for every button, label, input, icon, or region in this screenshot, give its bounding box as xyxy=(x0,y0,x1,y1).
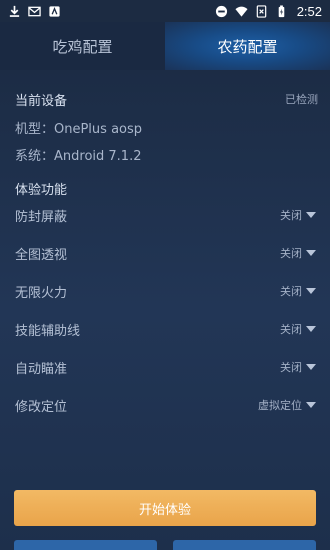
config-tabs: 吃鸡配置 农药配置 xyxy=(0,22,330,70)
feature-value: 关闭 xyxy=(280,209,302,222)
feature-dropdown[interactable]: 关闭 xyxy=(280,283,316,299)
feature-dropdown[interactable]: 虚拟定位 xyxy=(258,397,316,413)
device-model: 机型：OnePlus aosp xyxy=(15,122,143,137)
status-bar: 2:52 xyxy=(0,0,330,22)
status-right-icons: 2:52 xyxy=(215,4,322,19)
feature-row-map-xray: 全图透视 关闭 xyxy=(0,238,330,268)
bottom-left-button[interactable] xyxy=(14,540,157,550)
chevron-down-icon xyxy=(306,250,316,256)
feature-row-skill-guide: 技能辅助线 关闭 xyxy=(0,314,330,344)
chevron-down-icon xyxy=(306,364,316,370)
tab-pubg-config[interactable]: 吃鸡配置 xyxy=(0,22,165,70)
tab-honor-config[interactable]: 农药配置 xyxy=(165,22,330,70)
chevron-down-icon xyxy=(306,326,316,332)
feature-row-location: 修改定位 虚拟定位 xyxy=(0,390,330,420)
chevron-down-icon xyxy=(306,212,316,218)
device-section-title: 当前设备 xyxy=(15,94,68,109)
status-left-icons xyxy=(8,5,61,18)
main-content: 当前设备 已检测 机型：OnePlus aosp 系统：Android 7.1.… xyxy=(0,70,330,550)
feature-value: 关闭 xyxy=(280,247,302,260)
feature-dropdown[interactable]: 关闭 xyxy=(280,359,316,375)
download-icon xyxy=(9,5,20,17)
feature-label: 无限火力 xyxy=(15,285,68,301)
dnd-icon xyxy=(215,5,227,17)
start-button[interactable]: 开始体验 xyxy=(14,490,316,526)
feature-label: 全图透视 xyxy=(15,247,68,263)
device-system: 系统：Android 7.1.2 xyxy=(15,149,142,164)
feature-dropdown[interactable]: 关闭 xyxy=(280,207,316,223)
feature-label: 自动瞄准 xyxy=(15,361,68,377)
feature-value: 关闭 xyxy=(280,285,302,298)
feature-row-infinite-fire: 无限火力 关闭 xyxy=(0,276,330,306)
features-section-title: 体验功能 xyxy=(15,183,68,198)
feature-label: 技能辅助线 xyxy=(15,323,81,339)
mail-icon xyxy=(28,6,41,16)
wifi-icon xyxy=(235,6,248,17)
chevron-down-icon xyxy=(306,402,316,408)
feature-dropdown[interactable]: 关闭 xyxy=(280,245,316,261)
chevron-down-icon xyxy=(306,288,316,294)
device-status: 已检测 xyxy=(285,93,318,106)
feature-label: 防封屏蔽 xyxy=(15,209,68,225)
feature-value: 虚拟定位 xyxy=(258,399,302,412)
feature-value: 关闭 xyxy=(280,323,302,336)
feature-label: 修改定位 xyxy=(15,399,68,415)
feature-row-auto-aim: 自动瞄准 关闭 xyxy=(0,352,330,382)
battery-icon xyxy=(278,4,284,17)
feature-row-anti-ban: 防封屏蔽 关闭 xyxy=(0,200,330,230)
app-icon xyxy=(49,5,60,17)
feature-dropdown[interactable]: 关闭 xyxy=(280,321,316,337)
feature-value: 关闭 xyxy=(280,361,302,374)
clock: 2:52 xyxy=(296,3,322,19)
bottom-right-button[interactable] xyxy=(173,540,316,550)
sim-icon xyxy=(256,4,266,18)
